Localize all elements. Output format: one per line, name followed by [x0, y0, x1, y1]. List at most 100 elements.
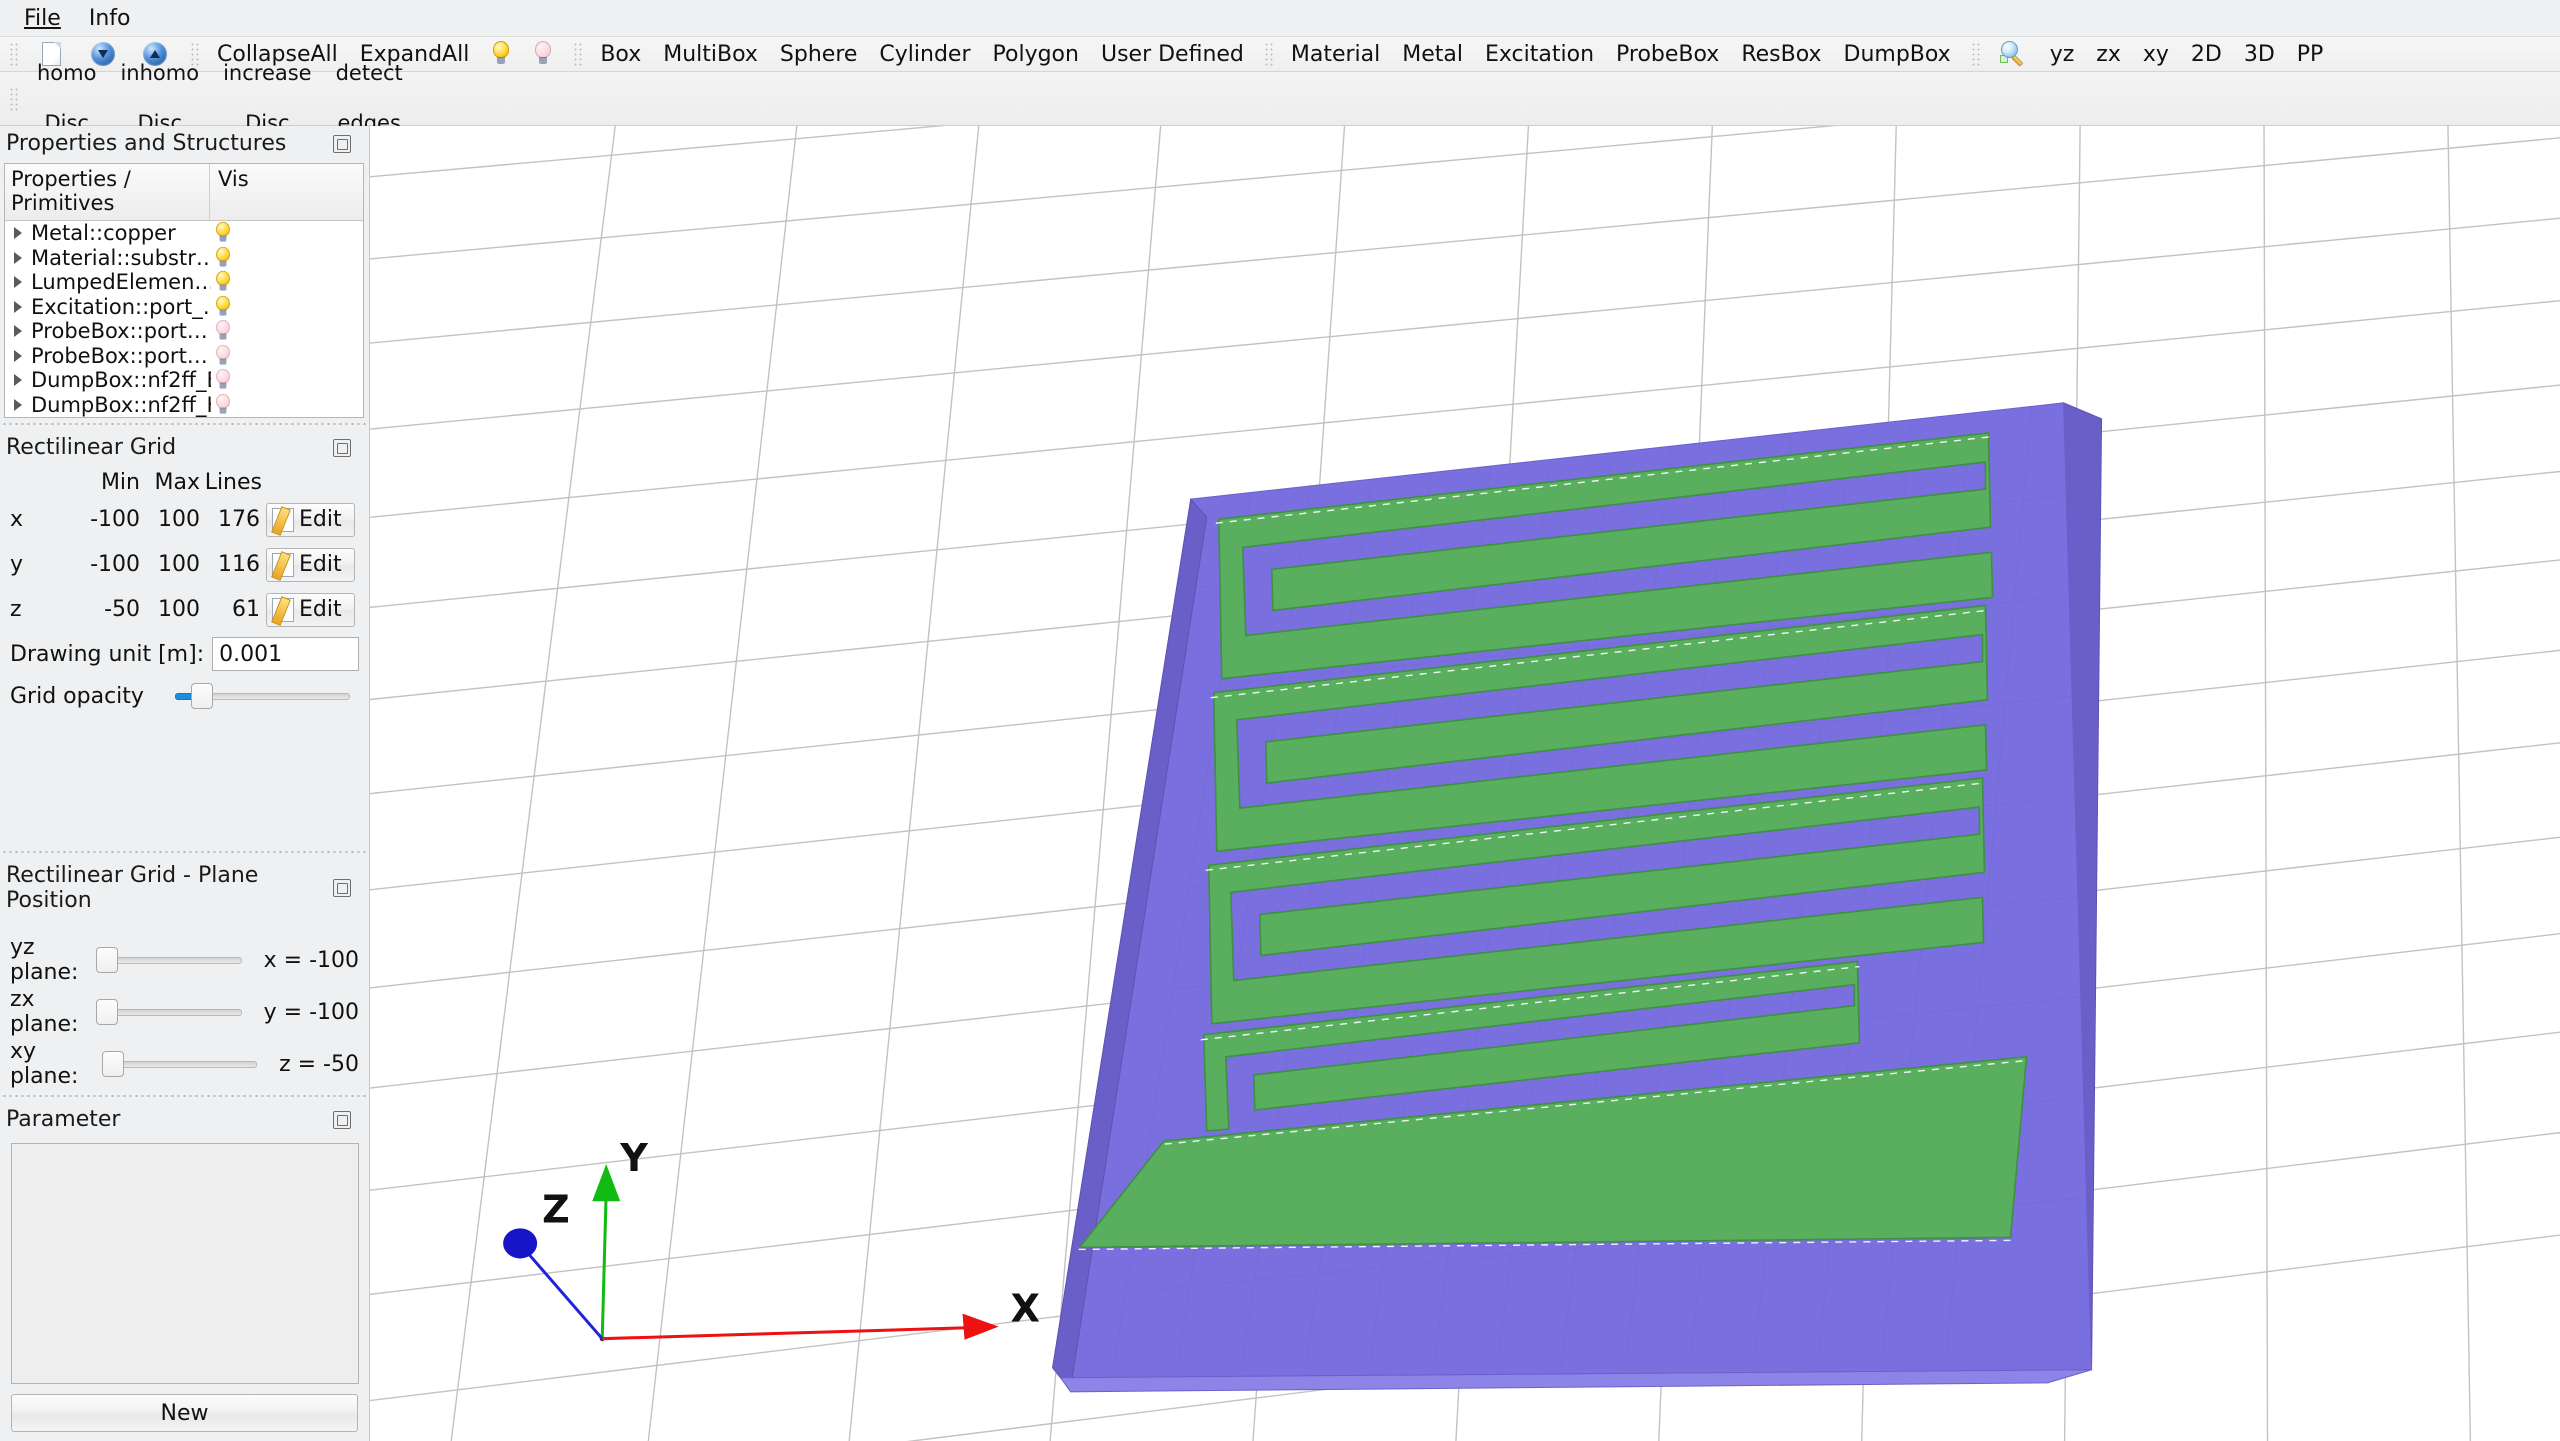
primitive-multibox-button[interactable]: MultiBox	[652, 37, 769, 71]
property-resbox-button[interactable]: ResBox	[1730, 37, 1832, 71]
bulb-off-icon	[214, 393, 231, 416]
property-material-button[interactable]: Material	[1280, 37, 1391, 71]
zx-plane-slider[interactable]	[96, 999, 242, 1025]
menu-info-label: Info	[88, 5, 131, 31]
tree-item-visibility-toggle[interactable]	[211, 294, 251, 320]
drawing-unit-input[interactable]: 0.001	[212, 637, 359, 671]
expand-arrow-icon[interactable]	[5, 325, 31, 338]
properties-tree-rows: Metal::copper Material::substr… LumpedEl…	[5, 221, 363, 417]
grid-opacity-slider[interactable]	[175, 683, 350, 709]
zoom-to-extent-button[interactable]	[1987, 37, 2039, 71]
bulb-on-icon	[214, 295, 231, 318]
view-zx-button[interactable]: zx	[2085, 37, 2132, 71]
properties-tree[interactable]: Properties / Primitives Vis Metal::coppe…	[4, 163, 364, 418]
parameter-section: Parameter New	[0, 1102, 369, 1441]
property-metal-label: Metal	[1402, 41, 1464, 67]
grid-edit-button-x[interactable]: Edit	[266, 502, 355, 537]
expand-arrow-icon[interactable]	[5, 398, 31, 411]
view-3d-button[interactable]: 3D	[2233, 37, 2286, 71]
grid-opacity-label: Grid opacity	[10, 683, 144, 709]
view-2d-button[interactable]: 2D	[2180, 37, 2233, 71]
xy-plane-slider[interactable]	[102, 1051, 258, 1077]
tree-row[interactable]: Material::substr…	[5, 246, 363, 271]
property-dumpbox-button[interactable]: DumpBox	[1833, 37, 1962, 71]
zx-plane-value: y = -100	[263, 999, 359, 1025]
tree-item-visibility-toggle[interactable]	[211, 318, 251, 344]
yz-plane-label: yz plane:	[10, 935, 79, 985]
expand-arrow-icon[interactable]	[5, 374, 31, 387]
parameter-list[interactable]	[11, 1143, 359, 1384]
3d-viewport[interactable]: X Y Z	[370, 126, 2560, 1441]
menu-bar: File Info	[0, 0, 2560, 36]
tree-row[interactable]: ProbeBox::port…	[5, 319, 363, 344]
tree-row[interactable]: DumpBox::nf2ff_H	[5, 393, 363, 418]
primitive-box-button[interactable]: Box	[589, 37, 652, 71]
view-xy-button[interactable]: xy	[2132, 37, 2180, 71]
expand-arrow-icon[interactable]	[5, 227, 31, 240]
tree-row[interactable]: Metal::copper	[5, 221, 363, 246]
grid-axis-label-z: z	[10, 597, 22, 622]
expand-arrow-icon[interactable]	[5, 276, 31, 289]
grid-table-header: Min Max Lines	[10, 467, 361, 497]
grid-table: Min Max Lines x -100 100 176 Edit y -100…	[0, 467, 369, 632]
view-pp-button[interactable]: PP	[2286, 37, 2335, 71]
properties-panel-header: Properties and Structures	[0, 126, 369, 163]
view-yz-button[interactable]: yz	[2039, 37, 2086, 71]
show-all-button[interactable]	[480, 37, 522, 71]
parameter-new-button[interactable]: New	[11, 1394, 358, 1432]
float-panel-icon-properties[interactable]	[333, 134, 351, 153]
expand-arrow-icon[interactable]	[5, 349, 31, 362]
dock-splitter-2[interactable]	[0, 846, 369, 858]
tree-item-visibility-toggle[interactable]	[211, 245, 251, 271]
tree-item-visibility-toggle[interactable]	[211, 343, 251, 369]
increase-disc-line1: increase	[223, 61, 312, 86]
primitive-cylinder-button[interactable]: Cylinder	[868, 37, 981, 71]
float-panel-icon-grid[interactable]	[333, 438, 351, 457]
inhomo-disc-line1: inhomo	[120, 61, 200, 86]
tree-item-visibility-toggle[interactable]	[211, 220, 251, 246]
toolbar-drag-handle-1[interactable]	[8, 41, 20, 67]
expand-arrow-icon[interactable]	[5, 251, 31, 264]
toolbar-drag-handle-3[interactable]	[572, 41, 585, 67]
property-metal-button[interactable]: Metal	[1391, 37, 1474, 71]
expand-arrow-icon[interactable]	[5, 300, 31, 313]
property-probebox-button[interactable]: ProbeBox	[1605, 37, 1730, 71]
tree-row[interactable]: ProbeBox::port…	[5, 344, 363, 369]
grid-edit-button-y[interactable]: Edit	[266, 547, 355, 582]
menu-item-file[interactable]: File	[10, 4, 75, 33]
view-2d-label: 2D	[2190, 41, 2222, 67]
float-panel-icon-plane[interactable]	[333, 879, 351, 897]
toolbar-drag-handle-4[interactable]	[1262, 41, 1275, 67]
tree-row[interactable]: Excitation::port_…	[5, 295, 363, 320]
toolbar-drag-handle-5[interactable]	[1969, 41, 1982, 67]
primitive-sphere-button[interactable]: Sphere	[769, 37, 869, 71]
tree-item-visibility-toggle[interactable]	[211, 269, 251, 295]
toolbar-drag-handle-6[interactable]	[8, 85, 20, 112]
properties-tree-header: Properties / Primitives Vis	[5, 164, 363, 221]
properties-and-structures-section: Properties and Structures Properties / P…	[0, 126, 369, 418]
rectilinear-grid-title: Rectilinear Grid	[6, 435, 177, 460]
detect-edges-line1: detect	[335, 61, 403, 86]
tree-item-label: Excitation::port_…	[31, 294, 211, 319]
bulb-on-icon	[491, 41, 511, 67]
grid-header-max: Max	[154, 469, 200, 495]
float-panel-icon-parameter[interactable]	[333, 1110, 351, 1129]
primitive-user-defined-button[interactable]: User Defined	[1090, 37, 1255, 71]
hide-all-button[interactable]	[522, 37, 564, 71]
grid-max-z: 100	[158, 597, 200, 622]
tree-row[interactable]: LumpedElemen…	[5, 270, 363, 295]
grid-edit-button-z[interactable]: Edit	[266, 592, 355, 627]
tree-item-visibility-toggle[interactable]	[211, 367, 251, 393]
yz-plane-slider[interactable]	[96, 947, 242, 973]
dock-splitter-3[interactable]	[0, 1090, 369, 1102]
3d-scene[interactable]: X Y Z	[370, 126, 2560, 1441]
tree-item-label: LumpedElemen…	[31, 270, 211, 295]
property-excitation-button[interactable]: Excitation	[1474, 37, 1605, 71]
xy-plane-label: xy plane:	[10, 1039, 79, 1089]
primitive-polygon-button[interactable]: Polygon	[982, 37, 1090, 71]
parameter-header: Parameter	[0, 1102, 369, 1139]
tree-row[interactable]: DumpBox::nf2ff_E	[5, 368, 363, 393]
dock-splitter-1[interactable]	[0, 418, 369, 430]
menu-item-info[interactable]: Info	[75, 4, 145, 33]
tree-item-visibility-toggle[interactable]	[211, 392, 251, 417]
